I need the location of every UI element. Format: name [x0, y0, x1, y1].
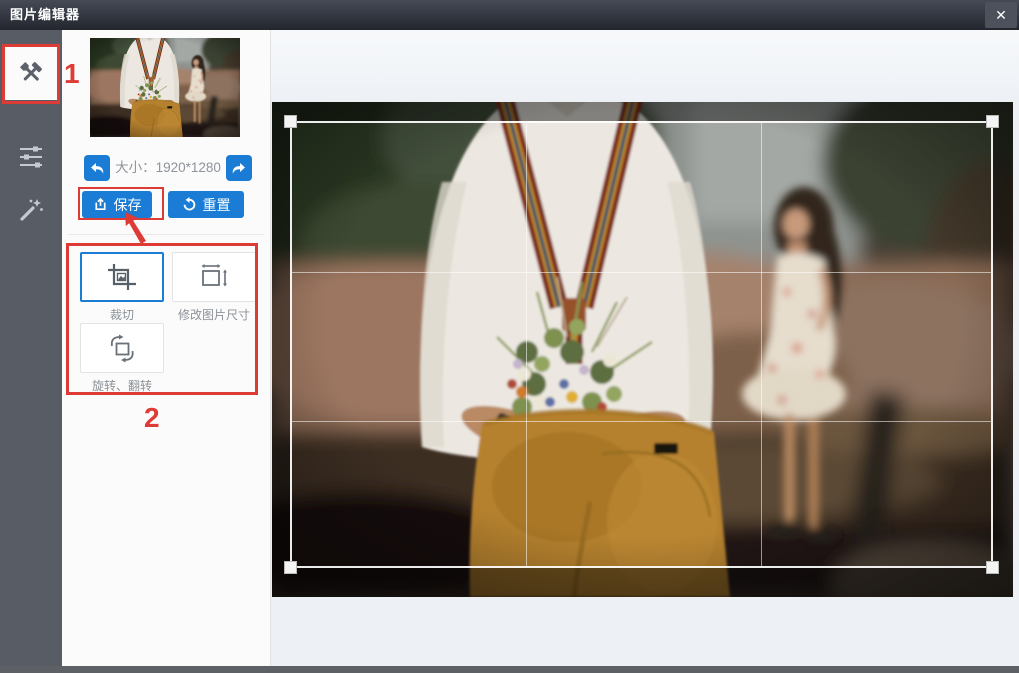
window-bottom-edge: [0, 666, 1019, 673]
undo-button[interactable]: [84, 155, 110, 181]
upload-icon: [93, 197, 108, 212]
crop-handle-bottom-right[interactable]: [986, 561, 999, 574]
crop-selection[interactable]: [290, 121, 993, 568]
panel-divider: [68, 234, 264, 235]
reset-button[interactable]: 重置: [168, 191, 244, 218]
redo-button[interactable]: [226, 155, 252, 181]
crop-grid-line: [761, 123, 762, 566]
canvas-area: [271, 30, 1019, 666]
resize-icon: [199, 262, 229, 292]
crop-handle-top-left[interactable]: [284, 115, 297, 128]
redo-icon: [231, 160, 247, 176]
annotation-step-2: 2: [144, 402, 160, 434]
reset-label: 重置: [203, 195, 231, 215]
resize-tool-label: 修改图片尺寸: [172, 306, 256, 323]
crop-handle-top-right[interactable]: [986, 115, 999, 128]
magic-wand-icon: [18, 197, 44, 223]
photo-canvas: [272, 102, 1013, 597]
sidebar: [0, 30, 62, 666]
resize-tool-button[interactable]: [172, 252, 256, 302]
titlebar: 图片编辑器 ✕: [0, 0, 1019, 30]
undo-icon: [89, 160, 105, 176]
tools-icon: [17, 59, 45, 87]
rotate-tool-label: 旋转、翻转: [80, 377, 164, 394]
crop-grid-line: [526, 123, 527, 566]
image-size-text: 大小：1920*1280: [112, 155, 224, 181]
crop-grid-line: [292, 421, 991, 422]
close-button[interactable]: ✕: [985, 2, 1017, 28]
crop-tool-label: 裁切: [80, 306, 164, 323]
window-title: 图片编辑器: [10, 0, 80, 30]
crop-icon: [106, 262, 138, 292]
rotate-flip-icon: [107, 333, 137, 363]
image-thumbnail: [90, 38, 240, 137]
left-panel: 大小：1920*1280 保存 重置: [62, 30, 271, 666]
sliders-icon: [18, 144, 44, 170]
reset-icon: [182, 197, 197, 212]
rotate-tool-button[interactable]: [80, 323, 164, 373]
image-editor-window: 图片编辑器 ✕: [0, 0, 1019, 673]
sidebar-item-effects[interactable]: [0, 183, 62, 237]
save-label: 保存: [114, 195, 142, 215]
crop-tool-button[interactable]: [80, 252, 164, 302]
sidebar-item-adjust[interactable]: [0, 130, 62, 184]
save-button[interactable]: 保存: [82, 191, 152, 218]
crop-handle-bottom-left[interactable]: [284, 561, 297, 574]
crop-grid-line: [292, 272, 991, 273]
sidebar-item-tools[interactable]: [5, 46, 57, 100]
